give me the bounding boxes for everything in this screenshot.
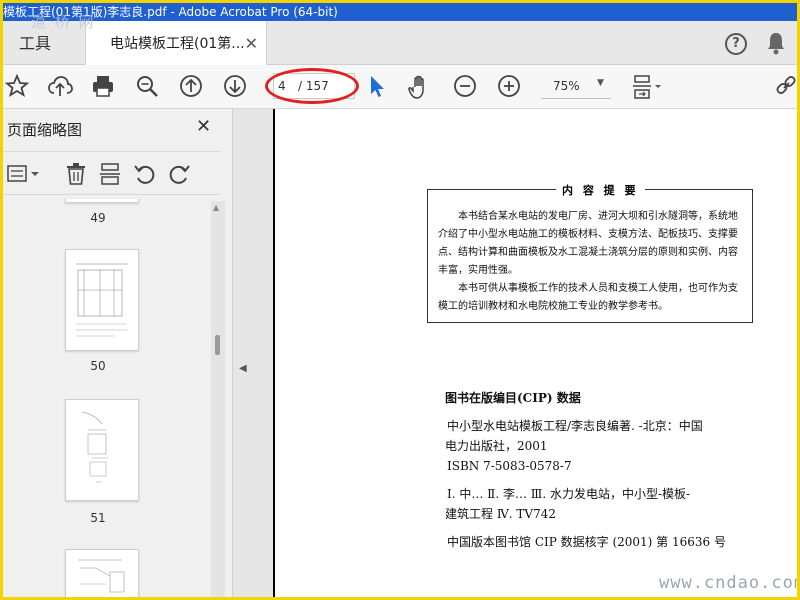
cip-line: 建筑工程 Ⅳ. TV742 (445, 507, 557, 521)
panel-splitter[interactable]: ◀ (233, 109, 255, 597)
cip-title: 图书在版编目(CIP) 数据 (445, 391, 581, 405)
close-panel-icon[interactable]: ✕ (196, 116, 211, 137)
zoom-in-icon[interactable] (497, 74, 521, 98)
zoom-out-icon[interactable] (453, 74, 477, 98)
zoom-level-value: 75% (553, 79, 580, 93)
notification-bell-icon[interactable] (765, 31, 787, 55)
summary-title: 内 容 提 要 (556, 182, 645, 200)
tab-document-label: 电站模板工程(01第... (110, 36, 245, 52)
hand-tool-icon[interactable] (407, 74, 433, 100)
thumbnail-scrollbar[interactable]: ▲ (211, 201, 225, 597)
extract-page-icon[interactable] (99, 162, 121, 186)
pdf-page: 内 容 提 要 本书结合某水电站的发电厂房、进河大坝和引水隧洞等，系统地介绍了中… (273, 109, 797, 597)
bookmark-star-icon[interactable] (5, 74, 29, 98)
page-thumbnail-49[interactable] (65, 199, 139, 203)
tab-document[interactable]: 电站模板工程(01第... ✕ (85, 21, 267, 65)
page-thumbnail-52[interactable] (65, 549, 139, 597)
tab-bar: 工具 电站模板工程(01第... ✕ ? (3, 21, 797, 65)
summary-box: 内 容 提 要 本书结合某水电站的发电厂房、进河大坝和引水隧洞等，系统地介绍了中… (427, 182, 753, 323)
page-fit-icon[interactable] (631, 74, 665, 100)
delete-page-icon[interactable] (65, 162, 87, 186)
thumbnail-label-51: 51 (90, 511, 106, 525)
highlight-annotation-ellipse (265, 68, 359, 104)
search-zoom-icon[interactable] (135, 74, 159, 98)
collapse-panel-icon[interactable]: ◀ (239, 363, 247, 374)
thumbnail-drawing (78, 559, 125, 593)
thumbnail-toolbar (3, 151, 221, 195)
cip-line: Ⅰ. 中… Ⅱ. 李… Ⅲ. 水力发电站，中小型-模板- (447, 487, 691, 501)
main-toolbar: 4 / 157 75% ▼ (3, 65, 797, 109)
next-page-icon[interactable] (223, 74, 247, 98)
thumbnail-panel: 页面缩略图 ✕ 49 50 51 ▲ (3, 109, 233, 597)
panel-title: 页面缩略图 (7, 121, 83, 139)
thumbnail-drawing (81, 411, 108, 483)
document-viewer[interactable]: 内 容 提 要 本书结合某水电站的发电厂房、进河大坝和引水隧洞等，系统地介绍了中… (255, 109, 797, 597)
app-window: 模板工程(01第1版)李志良.pdf - Adobe Acrobat Pro (… (0, 0, 800, 600)
rotate-right-icon[interactable] (167, 162, 191, 186)
close-tab-icon[interactable]: ✕ (245, 21, 258, 67)
upload-cloud-icon[interactable] (47, 74, 73, 98)
thumbnail-label-50: 50 (90, 359, 106, 373)
previous-page-icon[interactable] (179, 74, 203, 98)
watermark-logo: 道 桥 网 (31, 13, 96, 31)
window-title-bar: 模板工程(01第1版)李志良.pdf - Adobe Acrobat Pro (… (3, 3, 797, 21)
thumbnail-options-icon[interactable] (7, 164, 43, 184)
page-thumbnail-50[interactable] (65, 249, 139, 351)
rotate-left-icon[interactable] (133, 162, 157, 186)
chevron-down-icon: ▼ (597, 78, 604, 88)
summary-paragraph-2: 本书可供从事模板工作的技术人员和支模工人使用，也可作为支模工的培训教材和水电院校… (438, 283, 738, 312)
cip-line: ISBN 7-5083-0578-7 (447, 459, 572, 473)
cip-section: 图书在版编目(CIP) 数据 中小型水电站模板工程/李志良编著. -北京：中国 … (445, 389, 765, 552)
thumbnail-label-49: 49 (90, 211, 106, 225)
summary-paragraph-1: 本书结合某水电站的发电厂房、进河大坝和引水隧洞等，系统地介绍了中小型水电站施工的… (438, 211, 738, 276)
thumbnail-drawing (76, 263, 128, 337)
watermark-url: www.cndao.com (659, 573, 800, 593)
scrollbar-thumb[interactable] (215, 335, 220, 355)
page-thumbnail-51[interactable] (65, 399, 139, 501)
tab-tools-label: 工具 (19, 34, 52, 53)
link-icon[interactable] (775, 74, 797, 98)
cip-line: 中小型水电站模板工程/李志良编著. -北京：中国 (447, 419, 703, 433)
zoom-level-dropdown[interactable]: 75% ▼ (541, 73, 611, 99)
select-cursor-icon[interactable] (367, 74, 387, 100)
scroll-up-icon[interactable]: ▲ (213, 203, 219, 212)
cip-line: 中国版本图书馆 CIP 数据核字 (2001) 第 16636 号 (447, 535, 726, 549)
cip-line: 电力出版社，2001 (445, 439, 548, 453)
help-icon[interactable]: ? (725, 33, 747, 55)
thumbnail-list: 49 50 51 (3, 199, 209, 597)
print-icon[interactable] (91, 74, 115, 98)
